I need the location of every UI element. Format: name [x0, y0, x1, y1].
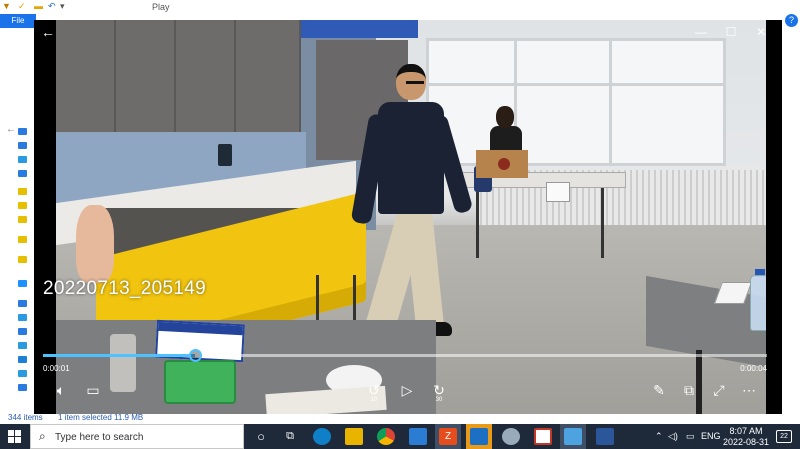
window-title: Play [152, 2, 170, 12]
seek-bar[interactable] [43, 349, 767, 362]
network-icon[interactable]: ▭ [686, 431, 695, 442]
this-pc-icon[interactable] [18, 300, 27, 307]
videos-icon[interactable] [18, 384, 27, 391]
fullscreen-icon[interactable]: ⤢ [708, 380, 730, 402]
word-icon[interactable] [596, 428, 614, 445]
documents-icon[interactable] [18, 328, 27, 335]
desktop-icon[interactable] [18, 142, 27, 149]
folder-icon[interactable] [18, 216, 27, 223]
search-placeholder: Type here to search [55, 432, 144, 443]
captions-icon[interactable]: ▭ [82, 380, 104, 402]
folder-icon[interactable]: ▬ [34, 1, 43, 11]
documents-icon[interactable] [18, 170, 27, 177]
file-explorer-icon[interactable] [345, 428, 363, 445]
scene-ballot-logo [498, 158, 510, 170]
close-icon[interactable]: ✕ [746, 22, 776, 42]
scene-upper-cabinets [56, 20, 301, 132]
filezilla-icon[interactable]: Z [439, 428, 457, 445]
more-options-icon[interactable]: ⋯ [738, 380, 760, 402]
edit-icon[interactable]: ✎ [648, 380, 670, 402]
video-player-window: ← — ☐ ✕ 20220713_205149 0:00:01 0:00:04 … [34, 20, 782, 414]
desktop-icon[interactable] [18, 314, 27, 321]
scene-jar [110, 334, 136, 392]
language-indicator[interactable]: ENG [701, 431, 721, 441]
folder-icon[interactable] [18, 256, 27, 263]
folder-icon: ▼ [2, 1, 11, 11]
skip-forward-label: 30 [435, 397, 443, 403]
vertical-scrollbar[interactable] [785, 30, 800, 410]
quick-access-toolbar: ▼ ✓ ▬ ↶ ▾ Play [0, 0, 800, 14]
app-icon[interactable] [502, 428, 520, 445]
store-icon[interactable] [409, 428, 427, 445]
scene-green-basket [164, 360, 236, 404]
back-arrow-icon[interactable]: ← [38, 22, 58, 42]
volume-icon[interactable]: 🔈︎ [50, 380, 72, 402]
download-icon[interactable] [18, 342, 27, 349]
scene-water-bottle [750, 275, 766, 331]
seek-progress [43, 354, 196, 357]
scene-person [350, 62, 474, 362]
navigation-pane: ← [0, 30, 34, 410]
scene-sign [546, 182, 570, 202]
taskbar-search-box[interactable]: ⌕ Type here to search [30, 424, 244, 449]
help-icon[interactable]: ? [785, 14, 798, 27]
seek-thumb[interactable] [189, 349, 203, 362]
onedrive-icon[interactable] [18, 280, 27, 287]
minimize-icon[interactable]: — [686, 22, 716, 42]
music-icon[interactable] [18, 356, 27, 363]
undo-icon[interactable]: ↶ [48, 1, 56, 12]
outlook-icon[interactable] [470, 428, 488, 445]
clock-date: 2022-08-31 [723, 437, 770, 447]
item-count: 344 items [8, 413, 43, 422]
windows-start-icon[interactable] [8, 430, 21, 443]
search-icon: ⌕ [39, 429, 46, 443]
volume-tray-icon[interactable]: ◁) [668, 431, 678, 442]
cortana-icon[interactable]: ○ [252, 428, 270, 445]
skip-back-button[interactable]: ↺ 10 [363, 380, 385, 403]
total-time: 0:00:04 [740, 364, 767, 373]
selection-info: 1 item selected 11.9 MB [58, 413, 144, 422]
edge-icon[interactable] [313, 428, 331, 445]
download-icon[interactable] [18, 156, 27, 163]
file-tab[interactable]: File [0, 14, 36, 28]
skip-forward-button[interactable]: ↻ 30 [428, 380, 450, 403]
folder-icon[interactable] [18, 188, 27, 195]
chrome-icon[interactable] [377, 428, 395, 445]
folder-icon[interactable] [18, 236, 27, 243]
photos-icon[interactable] [564, 428, 582, 445]
current-time: 0:00:01 [43, 364, 70, 373]
clock-time: 8:07 AM [729, 426, 763, 436]
folder-icon[interactable] [18, 202, 27, 209]
play-button[interactable]: ▷ [396, 380, 418, 402]
star-icon[interactable] [18, 128, 27, 135]
pdf-icon[interactable] [534, 428, 552, 445]
chevron-up-icon[interactable]: ⌃ [655, 431, 663, 442]
scene-window [426, 38, 726, 166]
taskbar: ⌕ Type here to search ○ ⧉ Z ⌃ ◁) ▭ ENG 8… [0, 424, 800, 449]
video-title: 20220713_205149 [43, 278, 207, 299]
back-arrow-icon[interactable]: ← [6, 124, 16, 135]
scene-hand [76, 205, 114, 283]
scene-dispenser [218, 144, 232, 166]
chevron-down-icon[interactable]: ▾ [60, 1, 65, 12]
check-icon[interactable]: ✓ [18, 1, 26, 12]
notifications-icon[interactable]: 22 [776, 430, 792, 443]
clock[interactable]: 8:07 AM 2022-08-31 [723, 426, 769, 448]
maximize-icon[interactable]: ☐ [716, 22, 746, 42]
window-controls: — ☐ ✕ [686, 22, 776, 42]
cast-icon[interactable]: ⧉ [678, 380, 700, 402]
task-view-icon[interactable]: ⧉ [281, 428, 299, 445]
pictures-icon[interactable] [18, 370, 27, 377]
skip-back-label: 10 [370, 397, 378, 403]
